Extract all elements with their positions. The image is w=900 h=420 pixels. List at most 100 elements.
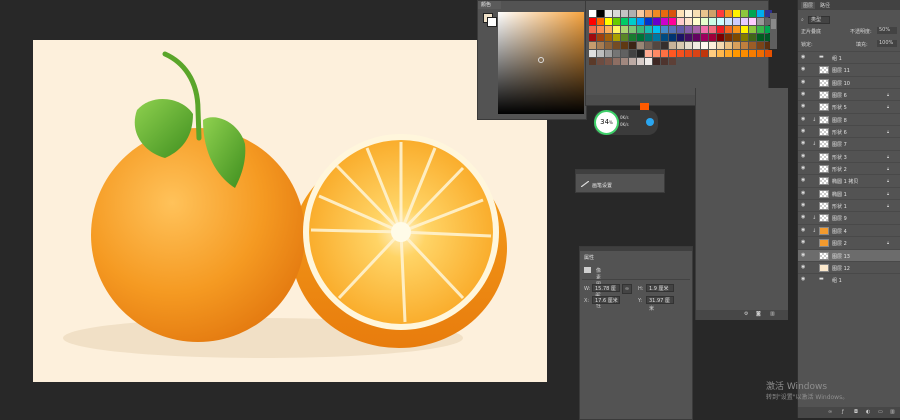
layer-name[interactable]: 组 1 xyxy=(832,277,842,284)
color-swatch[interactable] xyxy=(677,34,684,41)
tab-layers[interactable]: 图层 xyxy=(801,2,816,9)
layer-name[interactable]: 椭圆 1 拷贝 xyxy=(832,178,858,185)
color-swatch[interactable] xyxy=(741,42,748,49)
color-swatch[interactable] xyxy=(597,34,604,41)
layer-row[interactable]: ◉ 形状 5 🔒︎ xyxy=(798,100,900,112)
color-swatch[interactable] xyxy=(749,42,756,49)
color-swatch[interactable] xyxy=(605,26,612,33)
color-swatch[interactable] xyxy=(621,42,628,49)
color-swatch[interactable] xyxy=(645,34,652,41)
layer-name[interactable]: 形状 2 xyxy=(832,166,847,173)
color-swatch[interactable] xyxy=(717,50,724,57)
color-swatch[interactable] xyxy=(749,34,756,41)
color-swatch[interactable] xyxy=(653,18,660,25)
color-swatch[interactable] xyxy=(661,58,668,65)
layer-name[interactable]: 图层 11 xyxy=(832,67,850,74)
performance-meter[interactable]: 34% 0K/s 0K/s xyxy=(594,110,658,135)
visibility-eye-icon[interactable]: ◉ xyxy=(801,252,806,258)
color-swatch[interactable] xyxy=(637,18,644,25)
color-swatch[interactable] xyxy=(733,26,740,33)
background-color-swatch[interactable] xyxy=(487,17,497,27)
color-swatch[interactable] xyxy=(677,42,684,49)
boost-icon[interactable] xyxy=(646,118,654,126)
color-swatch[interactable] xyxy=(653,10,660,17)
color-swatch[interactable] xyxy=(661,50,668,57)
layer-name[interactable]: 图层 2 xyxy=(832,240,847,247)
layer-row[interactable]: ◉ ↓ 图层 8 xyxy=(798,112,900,125)
layer-name[interactable]: 图层 6 xyxy=(832,92,847,99)
color-swatch[interactable] xyxy=(613,10,620,17)
fill-field[interactable]: 100% xyxy=(877,40,897,47)
color-swatch[interactable] xyxy=(613,26,620,33)
color-swatch[interactable] xyxy=(749,18,756,25)
color-swatch[interactable] xyxy=(693,50,700,57)
color-swatch[interactable] xyxy=(685,26,692,33)
layer-name[interactable]: 椭圆 1 xyxy=(832,191,847,198)
color-swatch[interactable] xyxy=(693,34,700,41)
color-swatch[interactable] xyxy=(693,18,700,25)
link-icon[interactable]: ∞ xyxy=(622,284,632,294)
color-cursor[interactable] xyxy=(538,57,544,63)
color-swatch[interactable] xyxy=(757,10,764,17)
color-swatch[interactable] xyxy=(597,10,604,17)
layer-row[interactable]: ◉ 形状 3 🔒︎ xyxy=(798,149,900,162)
tab-paths[interactable]: 路径 xyxy=(820,2,830,9)
color-swatch[interactable] xyxy=(621,18,628,25)
adjustment-icon[interactable]: ◐ xyxy=(866,409,870,415)
color-swatch[interactable] xyxy=(661,42,668,49)
color-tab[interactable]: 颜色 xyxy=(478,1,501,9)
visibility-eye-icon[interactable]: ◉ xyxy=(801,166,806,171)
color-swatch[interactable] xyxy=(637,10,644,17)
color-swatch[interactable] xyxy=(645,42,652,49)
color-swatch[interactable] xyxy=(653,58,660,65)
color-swatch[interactable] xyxy=(629,58,636,65)
visibility-eye-icon[interactable]: ◉ xyxy=(801,190,806,196)
layer-name[interactable]: 图层 13 xyxy=(832,253,850,260)
visibility-eye-icon[interactable]: ◉ xyxy=(801,55,806,60)
color-swatch[interactable] xyxy=(605,50,612,57)
color-swatch[interactable] xyxy=(629,42,636,49)
color-swatch[interactable] xyxy=(693,42,700,49)
layer-row[interactable]: ◉ ↓ 图层 4 xyxy=(798,223,900,236)
layer-row[interactable]: ◉ 形状 1 🔒︎ xyxy=(798,199,900,211)
saturation-value-field[interactable] xyxy=(498,12,584,114)
color-swatch[interactable] xyxy=(677,18,684,25)
color-swatch[interactable] xyxy=(701,18,708,25)
color-swatch[interactable] xyxy=(637,50,644,57)
color-swatch[interactable] xyxy=(709,26,716,33)
color-swatch[interactable] xyxy=(709,18,716,25)
color-swatch[interactable] xyxy=(613,42,620,49)
layer-row[interactable]: ◉ ▬ 组 1 xyxy=(798,51,900,63)
color-swatch[interactable] xyxy=(605,34,612,41)
layer-row[interactable]: ◉ 图层 6 🔒︎ xyxy=(798,88,900,100)
color-swatch[interactable] xyxy=(621,58,628,65)
color-swatch[interactable] xyxy=(621,34,628,41)
layer-row[interactable]: ◉ 形状 2 🔒︎ xyxy=(798,162,900,174)
visibility-eye-icon[interactable]: ◉ xyxy=(801,116,806,122)
y-field[interactable]: 31.97 厘米 xyxy=(646,296,674,312)
layer-row[interactable]: ◉ 形状 6 🔒︎ xyxy=(798,125,900,137)
blend-mode-select[interactable]: 正片叠底 xyxy=(801,28,821,35)
color-swatch[interactable] xyxy=(637,58,644,65)
color-swatch[interactable] xyxy=(693,26,700,33)
color-swatch[interactable] xyxy=(677,50,684,57)
color-swatch[interactable] xyxy=(725,18,732,25)
color-swatch[interactable] xyxy=(733,42,740,49)
layer-row[interactable]: ◉ 图层 11 xyxy=(798,63,900,75)
visibility-eye-icon[interactable]: ◉ xyxy=(801,67,806,72)
layer-row[interactable]: ◉ 图层 2 🔒︎ xyxy=(798,236,900,248)
color-swatch[interactable] xyxy=(749,26,756,33)
color-swatch[interactable] xyxy=(589,50,596,57)
color-swatch[interactable] xyxy=(621,50,628,57)
fx-icon[interactable]: ƒ xyxy=(842,409,844,415)
trash-icon[interactable]: ▥ xyxy=(770,311,775,317)
artboard[interactable] xyxy=(33,40,547,382)
color-swatch[interactable] xyxy=(613,18,620,25)
color-swatch[interactable] xyxy=(653,50,660,57)
color-swatch[interactable] xyxy=(757,50,764,57)
color-swatch[interactable] xyxy=(709,10,716,17)
layer-name[interactable]: 形状 6 xyxy=(832,129,847,136)
visibility-eye-icon[interactable]: ◉ xyxy=(801,129,806,134)
color-swatch[interactable] xyxy=(645,26,652,33)
color-swatch[interactable] xyxy=(613,34,620,41)
